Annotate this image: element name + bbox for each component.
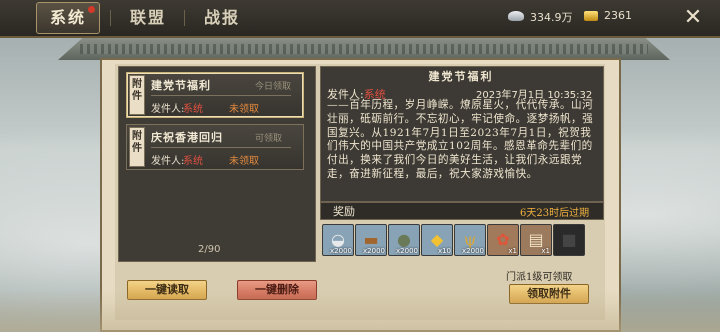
silver-icon [508,11,524,21]
tab-system-label: 系统 [49,8,86,27]
detail-body: ——百年历程，岁月峥嵘。燎原星火，代代传承。山河壮丽，砥砺前行。不忘初心，牢记使… [327,99,594,180]
tab-alliance[interactable]: 联盟 [120,6,176,30]
page-indicator: 2/90 [198,244,221,255]
tab-alliance-label: 联盟 [129,8,166,27]
reward-expire: 6天23时后过期 [520,208,590,219]
reward-item[interactable]: ◒ x2000 [322,224,354,256]
notification-badge [88,6,95,13]
attachment-tag: 附件 [129,75,145,115]
tab-battle-report[interactable]: 战报 [194,6,250,30]
reward-item[interactable]: ■ [553,224,585,256]
divider [151,95,291,96]
tab-divider [184,10,185,26]
item-count: x2000 [396,247,418,255]
item-count: x2000 [330,247,352,255]
item-count: x1 [541,247,550,255]
list-item[interactable]: 附件 庆祝香港回归 可领取 发件人: 系统 未领取 [126,124,304,170]
top-bar: 系统 联盟 战报 334.9万 2361 ✕ [0,0,720,38]
reward-item[interactable]: ✿ x1 [487,224,519,256]
mail-status: 未领取 [229,104,259,115]
tab-system[interactable]: 系统 [36,2,100,34]
item-count: x2000 [462,247,484,255]
reward-item[interactable]: ▬ x2000 [355,224,387,256]
empty-slot-icon: ■ [561,230,577,249]
mail-title: 庆祝香港回归 [151,131,223,144]
reward-label: 奖励 [333,205,355,218]
claim-hint: 门派1级可领取 [506,272,573,283]
mail-sender: 系统 [183,104,203,115]
mail-sender-label: 发件人: [151,104,185,115]
mail-sender-label: 发件人: [151,156,185,167]
tab-divider [110,10,111,26]
item-count: x2000 [363,247,385,255]
ground-decoration [0,290,720,332]
item-count: x10 [437,247,451,255]
gold-amount: 2361 [604,9,632,22]
reward-item[interactable]: ▤ x1 [520,224,552,256]
divider [151,147,291,148]
close-icon[interactable]: ✕ [678,4,708,32]
gold-icon [584,11,598,21]
detail-title: 建党节福利 [428,70,494,83]
reward-item[interactable]: ψ x2000 [454,224,486,256]
tab-battle-report-label: 战报 [203,8,240,27]
mail-title: 建党节福利 [151,79,211,92]
attachment-tag: 附件 [129,127,145,167]
reward-item[interactable]: ◆ x10 [421,224,453,256]
silver-amount: 334.9万 [530,11,573,24]
mail-status: 未领取 [229,156,259,167]
item-count: x1 [508,247,517,255]
mail-stamp: 今日领取 [255,82,292,92]
roof-tiles [80,44,648,54]
reward-item[interactable]: ● x2000 [388,224,420,256]
mail-stamp: 可领取 [255,134,283,144]
mail-sender: 系统 [183,156,203,167]
list-item[interactable]: 附件 建党节福利 今日领取 发件人: 系统 未领取 [126,72,304,118]
